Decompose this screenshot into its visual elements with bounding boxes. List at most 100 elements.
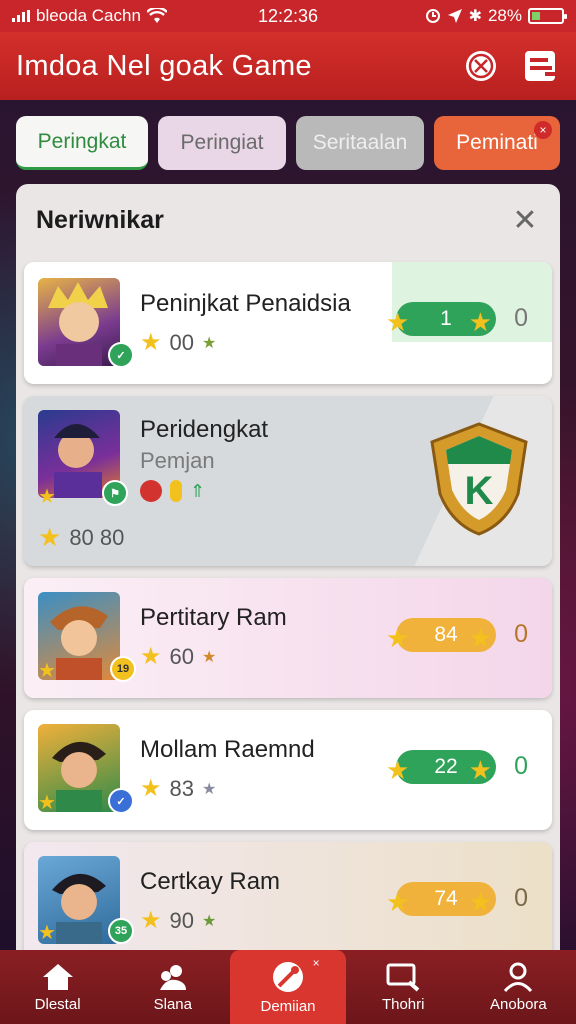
emblem-letter: K: [465, 469, 494, 513]
tab-peminati[interactable]: Peminati ×: [434, 116, 560, 170]
star-icon: ★: [140, 907, 162, 934]
star-icon: ★: [38, 922, 56, 944]
screen-icon: [386, 963, 420, 991]
star-icon: ★: [38, 522, 62, 552]
leaderboard-panel: Neriwnikar ✕ ✓ Peninjkat Penaidsia ★ 00 …: [16, 184, 560, 950]
player-points: ★ 83 ★: [140, 774, 216, 803]
star-icon: ★: [468, 887, 492, 917]
player-name: Peridengkat: [140, 416, 269, 443]
nav-label: Thohri: [381, 995, 425, 1013]
tab-label: Peminati: [456, 131, 538, 154]
shield-badge-icon: ⚑: [102, 480, 128, 506]
status-bar: bleoda Cachn 12:2:36 ✱ 28%: [0, 0, 576, 32]
tab-peringiat[interactable]: Peringiat: [158, 116, 286, 170]
small-star-icon: ★: [202, 648, 217, 666]
close-icon: ×: [312, 956, 320, 970]
nav-label: Anobora: [490, 995, 547, 1013]
profile-icon: [504, 962, 533, 992]
nav-label: Demiian: [260, 997, 316, 1015]
leaderboard-row[interactable]: ⚑ ★ Peridengkat Pemjan ⇑ ★ 80 80 K: [24, 396, 552, 566]
points-value: 60: [169, 643, 194, 669]
app-header: Imdoa Nel goak Game: [0, 32, 576, 100]
alert-icon: [466, 51, 496, 81]
small-star-icon: ★: [202, 334, 217, 352]
star-icon: ★: [468, 755, 492, 785]
panel-title: Neriwnikar: [36, 205, 164, 234]
trophy-emblem-icon: K: [430, 422, 528, 536]
points-value: 80 80: [69, 524, 125, 550]
player-points: ★ 90 ★: [140, 906, 216, 935]
notifications-button[interactable]: [462, 47, 500, 85]
player-points: ★ 80 80: [38, 522, 124, 553]
star-icon: ★: [140, 775, 162, 802]
star-icon: ★: [386, 623, 410, 653]
score-value: 0: [514, 752, 528, 780]
game-icon: [273, 961, 303, 992]
rank-pill: ★ 1 ★: [386, 302, 496, 337]
small-star-icon: ★: [202, 912, 217, 930]
player-name: Peninjkat Penaidsia: [140, 290, 351, 317]
home-icon: [42, 963, 73, 990]
nav-label: Slana: [153, 995, 192, 1013]
nav-item-demiian[interactable]: × Demiian: [230, 950, 346, 1024]
rank-value: 74: [434, 887, 458, 910]
rank-value: 1: [440, 307, 452, 330]
level-badge-icon: 35: [108, 918, 134, 944]
points-value: 00: [169, 329, 194, 355]
item-icons: ⇑: [140, 480, 205, 502]
star-icon: ★: [468, 623, 492, 653]
score-value: 0: [514, 304, 528, 332]
nav-label: Dlestal: [34, 995, 81, 1013]
arrow-up-icon: ⇑: [190, 480, 206, 501]
player-points: ★ 60 ★: [140, 642, 216, 671]
star-icon: ★: [386, 887, 410, 917]
tab-bar: Peringkat Peringiat Seritaalan Peminati …: [16, 116, 560, 172]
tab-seritaalan[interactable]: Seritaalan: [296, 116, 424, 170]
star-icon: ★: [38, 486, 56, 508]
leaderboard-row[interactable]: 35 ★ Certkay Ram ★ 90 ★ ★ 74 ★ 0: [24, 842, 552, 950]
nav-item-slana[interactable]: Slana: [115, 950, 230, 1024]
rank-value: 84: [434, 623, 458, 646]
player-points: ★ 00 ★: [140, 328, 216, 357]
leaderboard-row[interactable]: ✓ Peninjkat Penaidsia ★ 00 ★ ★ 1 ★ 0: [24, 262, 552, 384]
bottom-nav: Dlestal Slana × Demiian Thohri Anobora: [0, 950, 576, 1024]
coin-icon: [170, 480, 182, 502]
close-button[interactable]: ✕: [510, 203, 540, 238]
leaderboard-row[interactable]: ✓ ★ Mollam Raemnd ★ 83 ★ ★ 22 ★ 0: [24, 710, 552, 830]
player-name: Mollam Raemnd: [140, 736, 315, 763]
rank-pill: ★ 22 ★: [386, 750, 496, 785]
users-icon: [159, 964, 186, 990]
rank-value: 22: [434, 755, 458, 778]
page-title: Imdoa Nel goak Game: [16, 49, 312, 82]
sword-icon: [140, 480, 162, 502]
rank-pill: ★ 74 ★: [386, 882, 496, 917]
star-icon: ★: [38, 792, 56, 814]
tab-peringkat[interactable]: Peringkat: [16, 116, 148, 170]
rank-pill: ★ 84 ★: [386, 618, 496, 653]
player-subtitle: Pemjan: [140, 448, 215, 473]
nav-item-dlestal[interactable]: Dlestal: [0, 950, 115, 1024]
star-icon: ★: [38, 660, 56, 682]
verified-badge-icon: ✓: [108, 788, 134, 814]
menu-button[interactable]: [522, 47, 560, 85]
player-name: Pertitary Ram: [140, 604, 287, 631]
star-icon: ★: [468, 307, 492, 337]
close-icon[interactable]: ×: [534, 121, 552, 139]
score-value: 0: [514, 620, 528, 648]
points-value: 90: [169, 907, 194, 933]
score-value: 0: [514, 884, 528, 912]
battery-icon: [528, 8, 567, 24]
nav-item-thohri[interactable]: Thohri: [346, 950, 461, 1024]
points-value: 83: [169, 775, 194, 801]
nav-item-anobora[interactable]: Anobora: [461, 950, 576, 1024]
level-badge-icon: 19: [110, 656, 136, 682]
star-icon: ★: [140, 329, 162, 356]
star-icon: ★: [386, 755, 410, 785]
menu-icon: [525, 51, 555, 81]
player-name: Certkay Ram: [140, 868, 281, 895]
verified-badge-icon: ✓: [108, 342, 134, 368]
leaderboard-row[interactable]: 19 ★ Pertitary Ram ★ 60 ★ ★ 84 ★ 0: [24, 578, 552, 698]
small-star-icon: ★: [202, 780, 217, 798]
status-time: 12:2:36: [257, 5, 319, 26]
star-icon: ★: [386, 307, 410, 337]
